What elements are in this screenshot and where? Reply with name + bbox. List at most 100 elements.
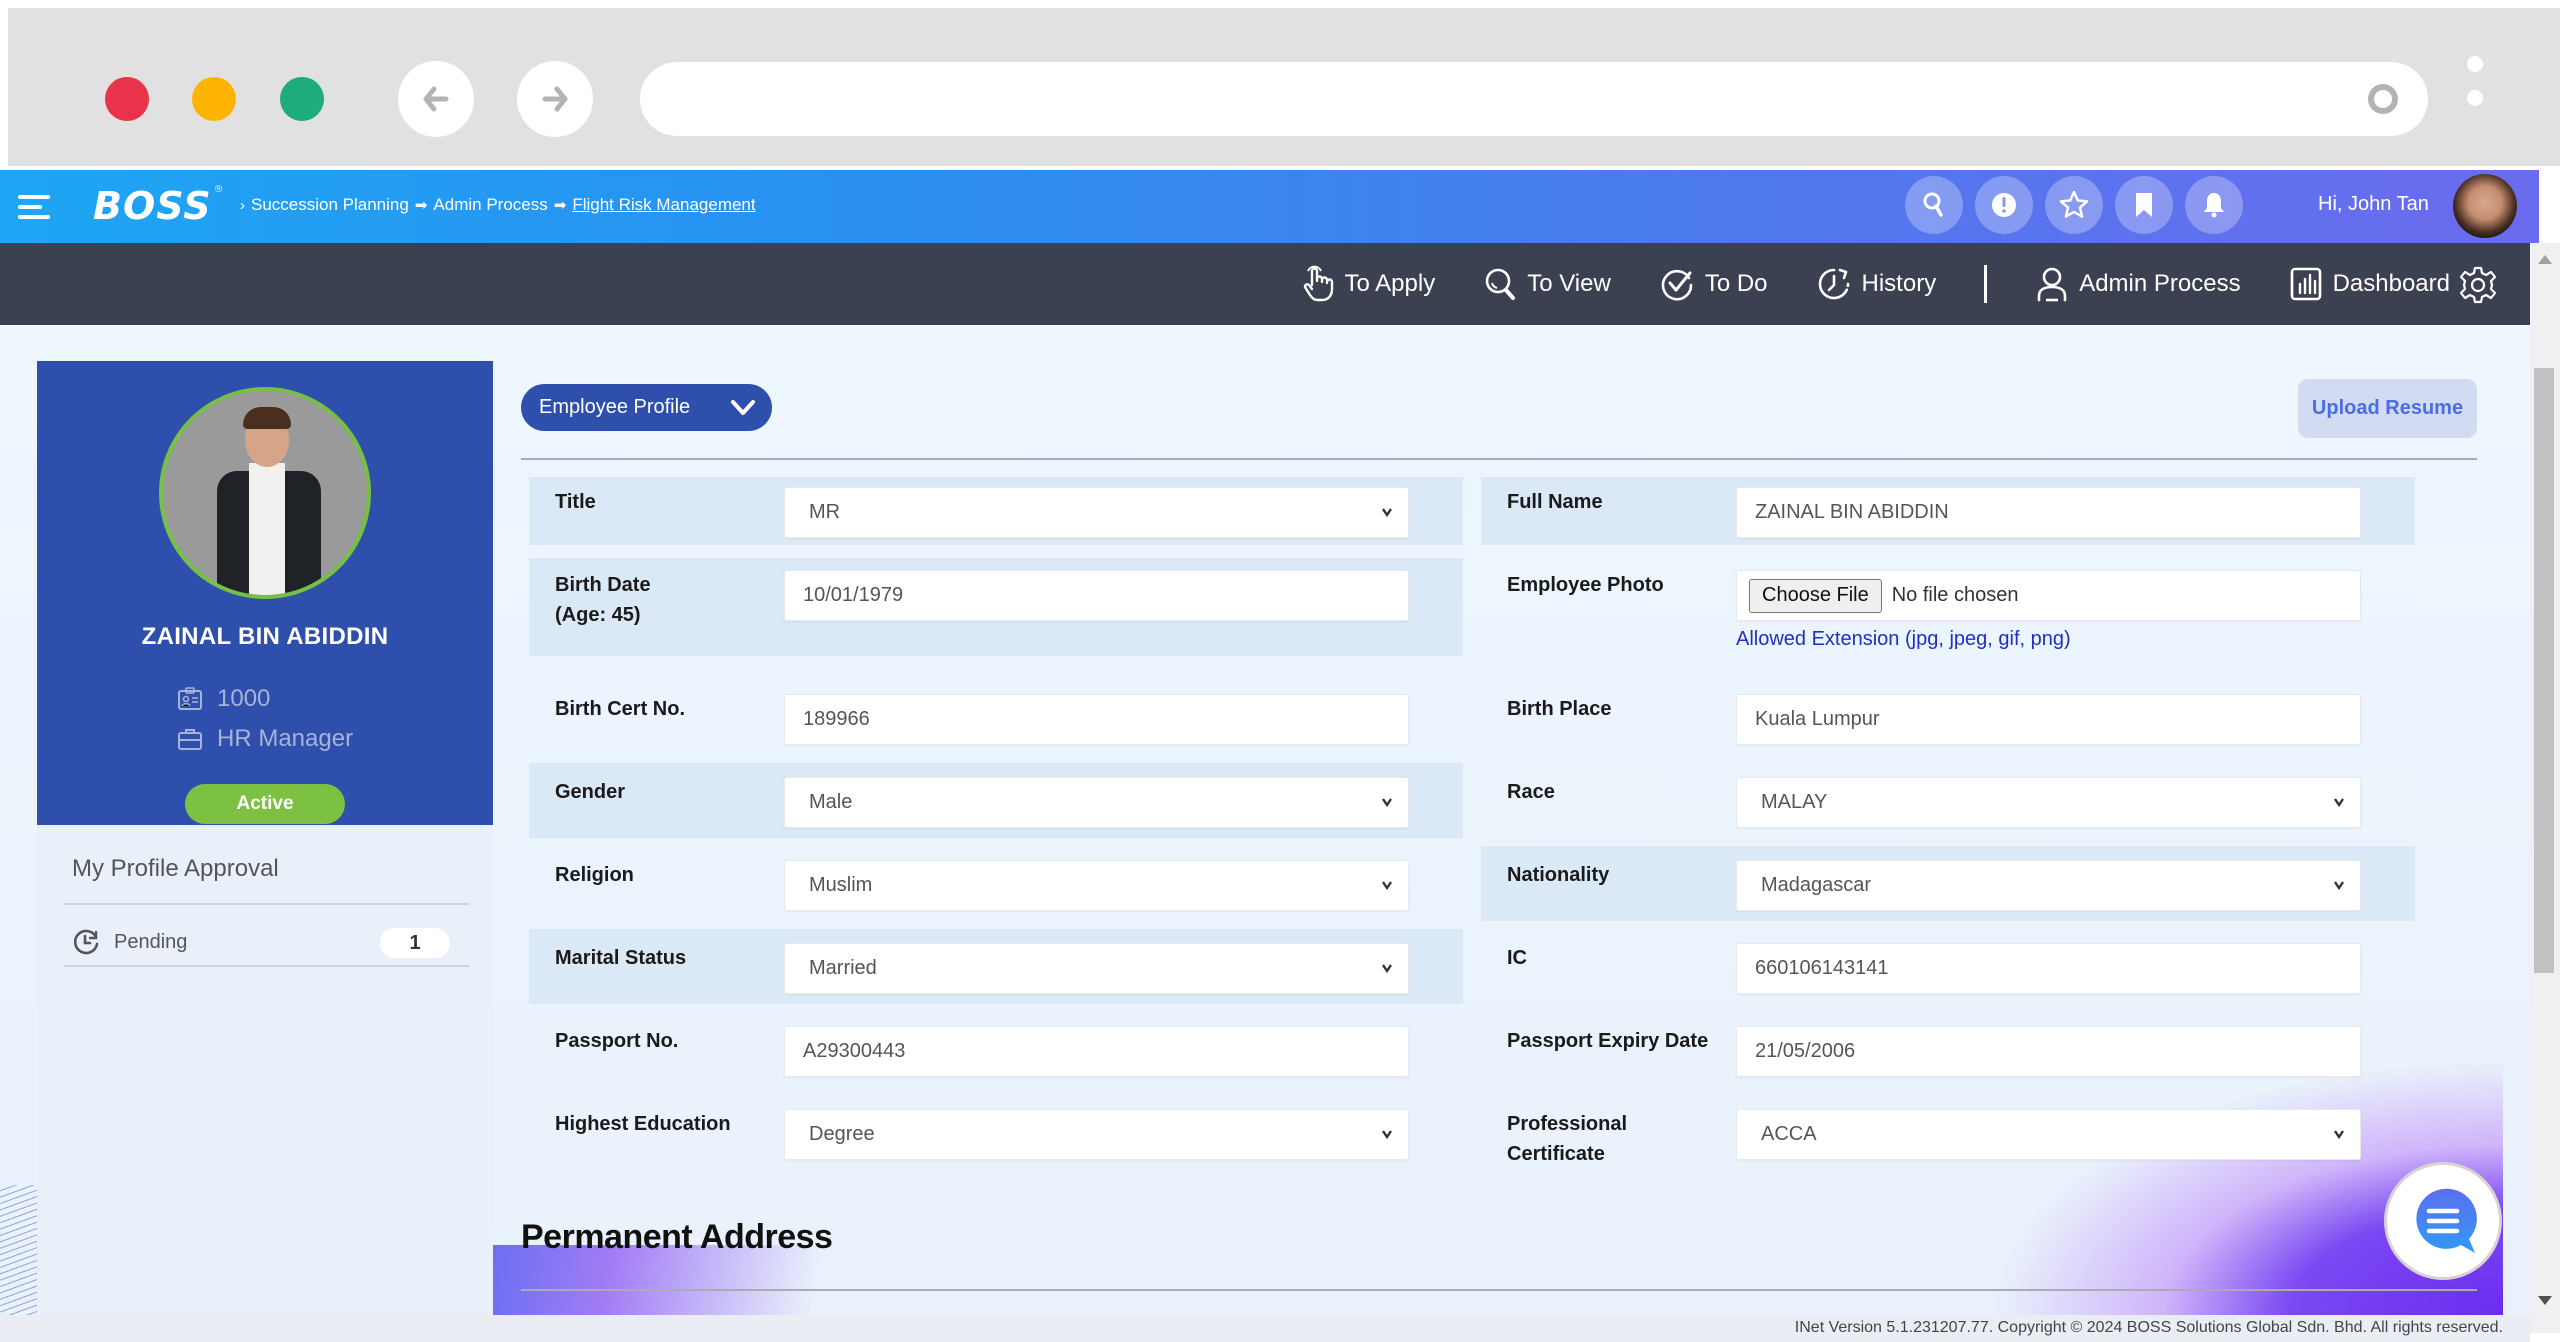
arrow-right-icon bbox=[542, 86, 568, 112]
reload-icon[interactable] bbox=[2368, 84, 2398, 114]
field-label-race: Race bbox=[1507, 781, 1555, 803]
chevron-down-icon bbox=[1382, 1130, 1392, 1140]
header-favorite-button[interactable] bbox=[2045, 176, 2103, 234]
birth-place-value: Kuala Lumpur bbox=[1755, 708, 1880, 730]
birth-date-input[interactable]: 10/01/1979 bbox=[784, 570, 1409, 621]
birth-cert-input[interactable]: 189966 bbox=[784, 694, 1409, 745]
hamburger-menu-icon[interactable] bbox=[18, 195, 50, 219]
header-quick-actions bbox=[1905, 176, 2243, 234]
passport-expiry-input[interactable]: 21/05/2006 bbox=[1736, 1026, 2361, 1077]
nav-divider bbox=[1984, 265, 1988, 303]
profile-card: ZAINAL BIN ABIDDIN 1000 HR Manager Activ… bbox=[37, 361, 493, 825]
gear-icon[interactable] bbox=[2458, 265, 2498, 305]
user-avatar[interactable] bbox=[2453, 174, 2517, 238]
header-search-button[interactable] bbox=[1905, 176, 1963, 234]
employee-photo-file-input[interactable]: Choose File No file chosen bbox=[1736, 570, 2361, 621]
highest-education-select[interactable]: Degree bbox=[784, 1109, 1409, 1160]
birth-place-input[interactable]: Kuala Lumpur bbox=[1736, 694, 2361, 745]
scroll-up-arrow-icon[interactable] bbox=[2538, 255, 2552, 264]
approval-item-pending[interactable]: Pending 1 bbox=[72, 920, 460, 964]
divider bbox=[64, 965, 469, 967]
magnifier-icon bbox=[1485, 268, 1516, 300]
profile-photo bbox=[159, 387, 371, 599]
full-name-input[interactable]: ZAINAL BIN ABIDDIN bbox=[1736, 487, 2361, 538]
history-icon bbox=[1818, 268, 1849, 300]
section-selector-label: Employee Profile bbox=[539, 396, 691, 418]
ic-input[interactable]: 660106143141 bbox=[1736, 943, 2361, 994]
browser-back-button[interactable] bbox=[398, 61, 474, 137]
nav-label: Dashboard bbox=[2332, 270, 2450, 297]
field-label-marital-status: Marital Status bbox=[555, 947, 687, 969]
nav-to-view[interactable]: To View bbox=[1483, 266, 1611, 302]
highest-education-value: Degree bbox=[809, 1123, 875, 1145]
title-select[interactable]: MR bbox=[784, 487, 1409, 538]
employee-position: HR Manager bbox=[217, 725, 354, 752]
check-circle-icon bbox=[1661, 269, 1693, 301]
bell-icon bbox=[2204, 193, 2224, 218]
address-bar[interactable] bbox=[640, 62, 2428, 136]
race-select[interactable]: MALAY bbox=[1736, 777, 2361, 828]
briefcase-icon bbox=[178, 729, 202, 750]
divider bbox=[64, 903, 469, 905]
field-label-professional-certificate: Professional Certificate bbox=[1507, 1113, 1628, 1165]
marital-status-select[interactable]: Married bbox=[784, 943, 1409, 994]
footer-copyright: INet Version 5.1.231207.77. Copyright © … bbox=[1794, 1319, 2503, 1336]
divider bbox=[521, 458, 2477, 460]
nav-admin-process[interactable]: Admin Process bbox=[2035, 266, 2241, 302]
marital-status-value: Married bbox=[809, 957, 877, 979]
user-greeting[interactable]: Hi, John Tan bbox=[2318, 193, 2429, 216]
chevron-down-icon bbox=[1382, 881, 1392, 891]
main-nav: To Apply To View To Do History Admin Pro… bbox=[0, 243, 2530, 325]
choose-file-button[interactable]: Choose File bbox=[1749, 578, 1882, 613]
nationality-select[interactable]: Madagascar bbox=[1736, 860, 2361, 911]
window-maximize-button[interactable] bbox=[280, 77, 324, 121]
upload-resume-button[interactable]: Upload Resume bbox=[2298, 379, 2477, 438]
allowed-extension-hint: Allowed Extension (jpg, jpeg, gif, png) bbox=[1736, 628, 2071, 650]
nav-to-do[interactable]: To Do bbox=[1659, 266, 1768, 302]
browser-chrome bbox=[8, 8, 2560, 166]
nav-label: History bbox=[1861, 270, 1937, 297]
header-notification-button[interactable] bbox=[2185, 176, 2243, 234]
browser-forward-button[interactable] bbox=[517, 61, 593, 137]
race-value: MALAY bbox=[1761, 791, 1828, 813]
religion-select[interactable]: Muslim bbox=[784, 860, 1409, 911]
gender-select[interactable]: Male bbox=[784, 777, 1409, 828]
divider bbox=[521, 1289, 2477, 1291]
browser-menu-icon[interactable] bbox=[2467, 56, 2483, 116]
passport-no-input[interactable]: A29300443 bbox=[784, 1026, 1409, 1077]
page-scrollbar[interactable] bbox=[2530, 243, 2560, 1333]
decorative-lines bbox=[0, 1185, 37, 1315]
chat-support-button[interactable] bbox=[2384, 1162, 2502, 1280]
field-label-passport-expiry: Passport Expiry Date bbox=[1507, 1030, 1709, 1052]
field-label-full-name: Full Name bbox=[1507, 491, 1603, 513]
window-minimize-button[interactable] bbox=[192, 77, 236, 121]
birth-cert-value: 189966 bbox=[803, 708, 870, 730]
birth-date-value: 10/01/1979 bbox=[803, 584, 904, 606]
window-close-button[interactable] bbox=[105, 77, 149, 121]
boss-logo[interactable]: BOSS ® bbox=[93, 184, 225, 228]
scroll-thumb[interactable] bbox=[2534, 368, 2554, 973]
nav-label: To Apply bbox=[1344, 270, 1436, 297]
section-selector-dropdown[interactable]: Employee Profile bbox=[521, 384, 772, 431]
field-label-birth-date: Birth Date (Age: 45) bbox=[555, 570, 651, 630]
arrow-left-icon bbox=[423, 86, 449, 112]
breadcrumb-item-succession-planning[interactable]: Succession Planning bbox=[251, 195, 409, 215]
field-label-religion: Religion bbox=[555, 864, 634, 886]
breadcrumb-item-admin-process[interactable]: Admin Process bbox=[433, 195, 547, 215]
header-bookmark-button[interactable] bbox=[2115, 176, 2173, 234]
nav-dashboard[interactable]: Dashboard bbox=[2289, 266, 2450, 302]
page-content: ZAINAL BIN ABIDDIN 1000 HR Manager Activ… bbox=[0, 325, 2530, 1315]
breadcrumb-item-flight-risk-management[interactable]: Flight Risk Management bbox=[572, 195, 755, 215]
nav-history[interactable]: History bbox=[1816, 266, 1937, 302]
scroll-down-arrow-icon[interactable] bbox=[2538, 1296, 2552, 1305]
status-badge: Active bbox=[185, 784, 345, 824]
nav-to-apply[interactable]: To Apply bbox=[1300, 265, 1435, 303]
header-alert-button[interactable] bbox=[1975, 176, 2033, 234]
professional-certificate-select[interactable]: ACCA bbox=[1736, 1109, 2361, 1160]
search-icon bbox=[1923, 192, 1943, 217]
user-icon bbox=[2037, 267, 2067, 302]
gender-value: Male bbox=[809, 791, 853, 813]
chevron-down-icon bbox=[1382, 964, 1392, 974]
chevron-down-icon bbox=[2334, 798, 2344, 808]
title-value: MR bbox=[809, 501, 841, 523]
